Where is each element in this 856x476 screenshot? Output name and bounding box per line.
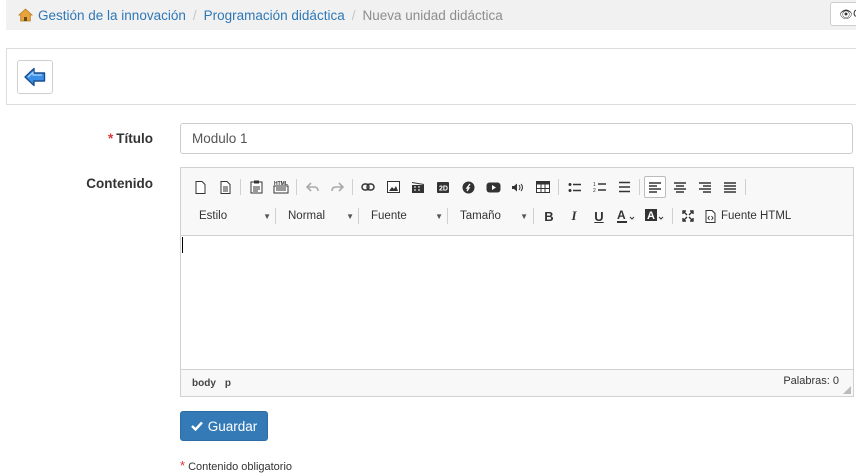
background-color-icon[interactable]: A <box>642 205 668 227</box>
format-combo[interactable]: Normal ▼ <box>278 205 356 227</box>
redo-icon[interactable] <box>326 176 348 198</box>
editor-content-area[interactable] <box>181 236 853 370</box>
titulo-label: * Título <box>107 131 153 146</box>
image-icon[interactable] <box>382 176 404 198</box>
back-button[interactable] <box>17 60 53 94</box>
breadcrumb-link-innovacion[interactable]: Gestión de la innovación <box>38 8 186 23</box>
numbered-list-icon[interactable]: 12 <box>588 176 610 198</box>
source-html-button[interactable]: Fuente HTML <box>705 209 791 223</box>
editor-status-bar: body p Palabras: 0 <box>181 369 853 396</box>
horizontal-line-icon[interactable] <box>613 176 635 198</box>
svg-text:2D: 2D <box>439 185 448 192</box>
required-note: * Contenido obligatorio <box>180 458 293 473</box>
breadcrumb-separator: / <box>192 7 197 23</box>
breadcrumb-link-programacion[interactable]: Programación didáctica <box>204 8 345 23</box>
svg-text:A: A <box>647 210 655 222</box>
rich-text-editor: HTML 2D 12 Estilo ▼ Normal ▼ Fuente ▼ Ta… <box>180 167 854 397</box>
align-center-icon[interactable] <box>669 176 691 198</box>
media-embed-icon[interactable]: 2D <box>432 176 454 198</box>
chevron-down-icon: ▼ <box>263 211 271 221</box>
maximize-icon[interactable] <box>677 205 699 227</box>
chevron-down-icon: ▼ <box>520 211 528 221</box>
style-combo[interactable]: Estilo ▼ <box>189 205 273 227</box>
table-icon[interactable] <box>532 176 554 198</box>
link-icon[interactable] <box>357 176 379 198</box>
check-icon <box>190 421 203 431</box>
size-combo[interactable]: Tamaño ▼ <box>450 205 530 227</box>
titulo-input[interactable] <box>180 123 853 154</box>
youtube-icon[interactable] <box>482 176 504 198</box>
chevron-down-icon: ▼ <box>435 211 443 221</box>
bulleted-list-icon[interactable] <box>563 176 585 198</box>
undo-icon[interactable] <box>301 176 323 198</box>
paste-text-icon[interactable] <box>245 176 267 198</box>
align-left-icon[interactable] <box>644 176 666 198</box>
flash-icon[interactable] <box>457 176 479 198</box>
align-right-icon[interactable] <box>694 176 716 198</box>
font-combo[interactable]: Fuente ▼ <box>361 205 445 227</box>
path-item-body[interactable]: body <box>192 378 216 389</box>
preview-icon[interactable] <box>214 176 236 198</box>
chevron-down-icon: ▼ <box>346 211 354 221</box>
text-color-icon[interactable]: A <box>613 205 639 227</box>
view-button[interactable]: 👁C <box>830 2 856 26</box>
actions-panel <box>6 48 856 105</box>
new-page-icon[interactable] <box>189 176 211 198</box>
align-justify-icon[interactable] <box>719 176 741 198</box>
arrow-left-icon <box>24 67 46 87</box>
path-item-p[interactable]: p <box>225 378 231 389</box>
breadcrumb-separator: / <box>351 7 356 23</box>
eye-icon: 👁 <box>839 8 853 21</box>
bold-icon[interactable]: B <box>538 205 560 227</box>
editor-toolbar: HTML 2D 12 Estilo ▼ Normal ▼ Fuente ▼ Ta… <box>181 168 853 236</box>
svg-text:2: 2 <box>593 188 596 193</box>
word-count: Palabras: 0 <box>783 375 839 387</box>
source-code-icon <box>705 209 716 223</box>
save-button[interactable]: Guardar <box>180 411 268 441</box>
element-path: body p <box>192 378 240 389</box>
text-cursor <box>182 237 183 253</box>
video-icon[interactable] <box>407 176 429 198</box>
breadcrumb-current: Nueva unidad didáctica <box>362 7 503 23</box>
resize-handle[interactable] <box>843 386 851 394</box>
contenido-label: Contenido <box>86 176 153 191</box>
italic-icon[interactable]: I <box>563 205 585 227</box>
underline-icon[interactable]: U <box>588 205 610 227</box>
audio-icon[interactable] <box>507 176 529 198</box>
svg-text:A: A <box>617 209 626 222</box>
home-icon[interactable] <box>17 8 34 22</box>
breadcrumb: Gestión de la innovación / Programación … <box>6 0 856 30</box>
html-template-icon[interactable]: HTML <box>270 176 292 198</box>
